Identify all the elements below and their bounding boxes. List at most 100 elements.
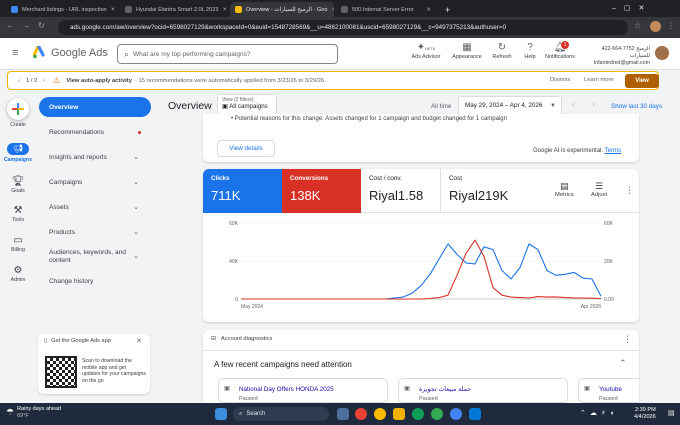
campaign-card[interactable]: ▣ حملة مبيعات تجويرة Paused xyxy=(398,378,568,403)
close-icon[interactable]: ✕ xyxy=(136,337,142,345)
campaign-card[interactable]: ▣ National Day Offers HONDA 2025 Paused xyxy=(218,378,388,403)
nav-label: Change history xyxy=(49,277,94,285)
more-icon[interactable]: ⋮ xyxy=(623,334,632,345)
nav-overview[interactable]: Overview xyxy=(39,97,151,117)
metric-label: Cost xyxy=(449,175,462,182)
edge-icon[interactable] xyxy=(412,408,424,420)
rail-campaigns[interactable]: 📢︎ Campaigns xyxy=(0,143,36,163)
browser-tab[interactable]: Hyundai Elantra Smart 2.0L 2023 ✕ xyxy=(120,2,228,17)
menu-icon[interactable]: ⋮ xyxy=(667,21,675,30)
browser-tab-active[interactable]: Overview - الرميح للسيارات - Goo ✕ xyxy=(230,2,334,17)
nav-recommendations[interactable]: Recommendations xyxy=(39,122,151,142)
nav-change-history[interactable]: Change history xyxy=(39,271,151,291)
campaign-filter[interactable]: View (2 filters) ▣ All campaigns xyxy=(217,94,277,115)
chrome-icon[interactable] xyxy=(431,408,443,420)
notification-center-icon[interactable]: ▤ xyxy=(668,409,675,417)
chrome-icon[interactable] xyxy=(450,408,462,420)
view-button[interactable]: View xyxy=(625,74,659,88)
campaign-status: Paused xyxy=(599,396,618,402)
nav-label: Insights and reports xyxy=(49,153,107,161)
system-tray-icons[interactable]: ⌃☁⚡◖ xyxy=(580,409,618,417)
metrics-button[interactable]: ▤ Metrics xyxy=(555,181,574,198)
gear-icon: ⚙ xyxy=(13,265,23,276)
google-ads-logo[interactable]: Google Ads xyxy=(33,46,108,59)
banner-text: · 15 recommendations were automatically … xyxy=(134,77,326,84)
nav-campaigns[interactable]: Campaigns ⌄ xyxy=(39,172,151,192)
metric-value: Riyal219K xyxy=(449,188,509,203)
rail-goals[interactable]: 🏆︎ Goals xyxy=(0,176,36,194)
forward-icon[interactable]: → xyxy=(22,21,30,30)
star-icon[interactable]: ☆ xyxy=(634,21,641,30)
chrome-icon[interactable] xyxy=(374,408,386,420)
clock-date: 4/4/2026 xyxy=(634,414,656,420)
view-details-button[interactable]: View details xyxy=(217,140,275,157)
taskbar-search[interactable]: ⌕ Search xyxy=(233,407,329,421)
show-last-30-link[interactable]: Show last 30 days xyxy=(611,103,662,110)
window-controls[interactable]: –▢✕ xyxy=(612,4,652,12)
reload-icon[interactable]: ↻ xyxy=(38,21,45,30)
notifications-button[interactable]: 🔔︎ 1 Notifications xyxy=(542,41,578,60)
url-field[interactable]: ads.google.com/aw/overview?ocid=65980271… xyxy=(58,20,628,35)
rail-create[interactable]: Create xyxy=(0,98,36,128)
weather-widget[interactable]: ☂ Rainy days ahead 69°F xyxy=(6,406,61,419)
chevron-right-icon[interactable]: › xyxy=(592,99,595,109)
folder-icon[interactable] xyxy=(393,408,405,420)
ads-advisor-button[interactable]: ✦BETA Ads Advisor xyxy=(408,42,444,60)
account-info[interactable]: 422-664-7752 الرميح للسيارات Infantedred… xyxy=(582,46,650,67)
search-input[interactable]: ⌕ What are my top performing campaigns? xyxy=(117,44,338,64)
start-icon[interactable] xyxy=(215,408,227,420)
chevron-up-icon[interactable]: ⌃ xyxy=(619,358,627,369)
rail-billing[interactable]: ▭ Billing xyxy=(0,235,36,253)
learn-more-link[interactable]: Learn more xyxy=(584,77,614,83)
nav-assets[interactable]: Assets ⌄ xyxy=(39,197,151,217)
folder-icon: ▣ xyxy=(222,103,228,110)
appearance-button[interactable]: ▦ Appearance xyxy=(450,42,484,60)
nav-label: Audiences, keywords, and content xyxy=(49,249,126,264)
chevron-right-icon[interactable]: › xyxy=(43,78,45,84)
date-range-picker[interactable]: May 29, 2024 – Apr 4, 2026 ▼ xyxy=(458,96,562,115)
windows-taskbar: ☂ Rainy days ahead 69°F ⌕ Search ⌃☁⚡◖ 2:3… xyxy=(0,403,680,425)
campaign-card[interactable]: ▣ Youtube Paused xyxy=(578,378,639,403)
refresh-button[interactable]: ↻ Refresh xyxy=(488,42,516,60)
chevron-left-icon[interactable]: ‹ xyxy=(572,99,575,109)
terms-link[interactable]: Terms xyxy=(605,148,621,154)
profile-avatar[interactable] xyxy=(650,21,661,32)
new-tab-button[interactable]: + xyxy=(440,2,454,17)
help-button[interactable]: ? Help xyxy=(518,42,542,60)
task-view-icon[interactable] xyxy=(337,408,349,420)
hamburger-icon[interactable]: ≡ xyxy=(12,47,18,59)
chrome-icon[interactable] xyxy=(355,408,367,420)
back-icon[interactable]: ← xyxy=(6,21,14,30)
browser-tab-bar: Merchant listings - URL inspection ✕ Hyun… xyxy=(0,0,680,17)
browser-tab[interactable]: 500 Internal Server Error ✕ xyxy=(336,2,436,17)
close-icon[interactable]: ✕ xyxy=(219,7,228,13)
store-icon[interactable] xyxy=(469,408,481,420)
nav-products[interactable]: Products ⌄ xyxy=(39,222,151,242)
adjust-button[interactable]: ☰ Adjust xyxy=(591,181,607,198)
nav-insights[interactable]: Insights and reports ⌄ xyxy=(39,147,151,167)
more-icon[interactable]: ⋮ xyxy=(625,185,634,196)
account-avatar[interactable] xyxy=(655,46,669,60)
metric-cost[interactable]: Cost Riyal219K xyxy=(441,169,521,213)
nav-label: Overview xyxy=(49,103,79,111)
diagnostics-icon: ⊟ xyxy=(211,336,216,342)
page-title: Overview xyxy=(168,100,212,112)
button-label: Metrics xyxy=(555,192,574,198)
clock[interactable]: 2:39 PM 4/4/2026 xyxy=(634,407,656,421)
summary-text: • Potential reasons for this change: Ass… xyxy=(231,116,507,122)
nav-audiences[interactable]: Audiences, keywords, and content ⌄ xyxy=(39,246,151,268)
metric-clicks[interactable]: Clicks 711K xyxy=(203,169,282,213)
browser-tab[interactable]: Merchant listings - URL inspection ✕ xyxy=(6,2,118,17)
chevron-down-icon: ⌄ xyxy=(133,204,139,211)
close-icon[interactable]: ✕ xyxy=(422,7,431,13)
chevron-left-icon[interactable]: ‹ xyxy=(18,78,20,84)
campaign-icon: ▣ xyxy=(584,385,590,392)
close-icon[interactable]: ✕ xyxy=(328,7,335,13)
rail-admin[interactable]: ⚙ Admin xyxy=(0,265,36,283)
close-icon[interactable]: ✕ xyxy=(107,7,116,13)
y-tick-label-right: 20K xyxy=(604,259,614,265)
metric-cost-per-conv[interactable]: Cost / conv. Riyal1.58 xyxy=(361,169,441,213)
dismiss-button[interactable]: Dismiss xyxy=(550,77,570,83)
rail-tools[interactable]: ⚒ Tools xyxy=(0,205,36,223)
metric-conversions[interactable]: Conversions 138K xyxy=(282,169,361,213)
